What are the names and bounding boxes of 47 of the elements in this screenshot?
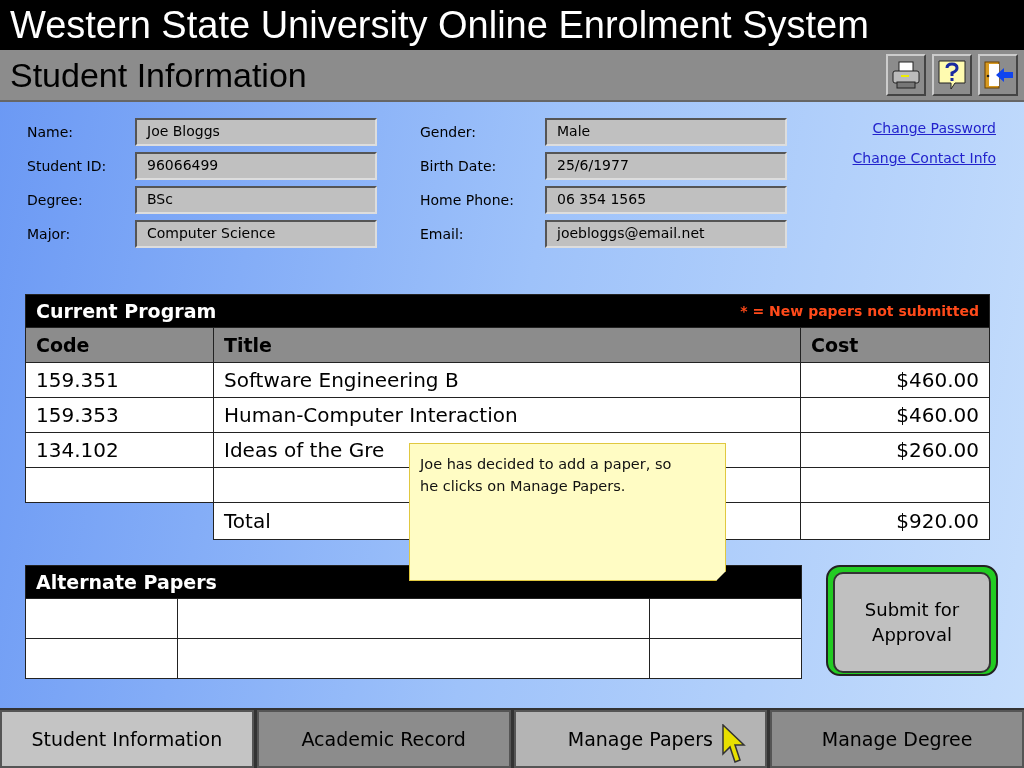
field-label: Student ID: — [27, 158, 108, 174]
table-title: Current Program — [36, 300, 217, 322]
column-header: Title — [213, 327, 801, 363]
sticky-note: Joe has decided to add a paper, so he clicks on Manage Papers. — [409, 443, 726, 581]
nav-tab[interactable]: Manage Degree — [770, 710, 1024, 768]
table-cell: 134.102 — [25, 432, 214, 468]
column-header: Cost — [800, 327, 990, 363]
nav-tab[interactable]: Student Information — [0, 710, 254, 768]
field-label: Email: — [420, 226, 465, 242]
print-button[interactable] — [886, 54, 926, 96]
field-label: Home Phone: — [420, 192, 515, 208]
link[interactable]: Change Password — [872, 120, 996, 136]
nav-tab[interactable]: Academic Record — [256, 710, 511, 768]
table-cell: $460.00 — [800, 362, 990, 398]
table-cell: $260.00 — [800, 432, 990, 468]
info-field: BSc — [135, 186, 377, 214]
field-label: Name: — [27, 124, 75, 140]
table-cell: Software Engineering B — [213, 362, 801, 398]
table-cell: 159.351 — [25, 362, 214, 398]
link[interactable]: Change Contact Info — [852, 150, 996, 166]
field-label: Birth Date: — [420, 158, 498, 174]
app-title: Western State University Online Enrolment System — [0, 0, 1024, 50]
help-button[interactable] — [932, 54, 972, 96]
help-icon — [937, 59, 967, 91]
column-header: Code — [25, 327, 214, 363]
info-field: Male — [545, 118, 787, 146]
table-cell: $460.00 — [800, 397, 990, 433]
nav-tab[interactable]: Manage Papers — [513, 710, 768, 768]
cursor-icon — [722, 724, 746, 764]
printer-icon — [891, 60, 921, 90]
exit-button[interactable] — [978, 54, 1018, 96]
table-cell: Human-Computer Interaction — [213, 397, 801, 433]
submit-button[interactable]: Submit for Approval — [826, 565, 998, 676]
field-label: Degree: — [27, 192, 84, 208]
info-field: 96066499 — [135, 152, 377, 180]
info-field: Computer Science — [135, 220, 377, 248]
info-field: joebloggs@email.net — [545, 220, 787, 248]
field-label: Gender: — [420, 124, 478, 140]
info-field: Joe Bloggs — [135, 118, 377, 146]
info-field: 06 354 1565 — [545, 186, 787, 214]
page-title: Student Information — [10, 55, 307, 95]
table-cell: 159.353 — [25, 397, 214, 433]
table-cell: $920.00 — [800, 502, 990, 540]
legend-text: * = New papers not submitted — [740, 303, 979, 319]
info-field: 25/6/1977 — [545, 152, 787, 180]
exit-door-icon — [982, 60, 1014, 90]
field-label: Major: — [27, 226, 72, 242]
